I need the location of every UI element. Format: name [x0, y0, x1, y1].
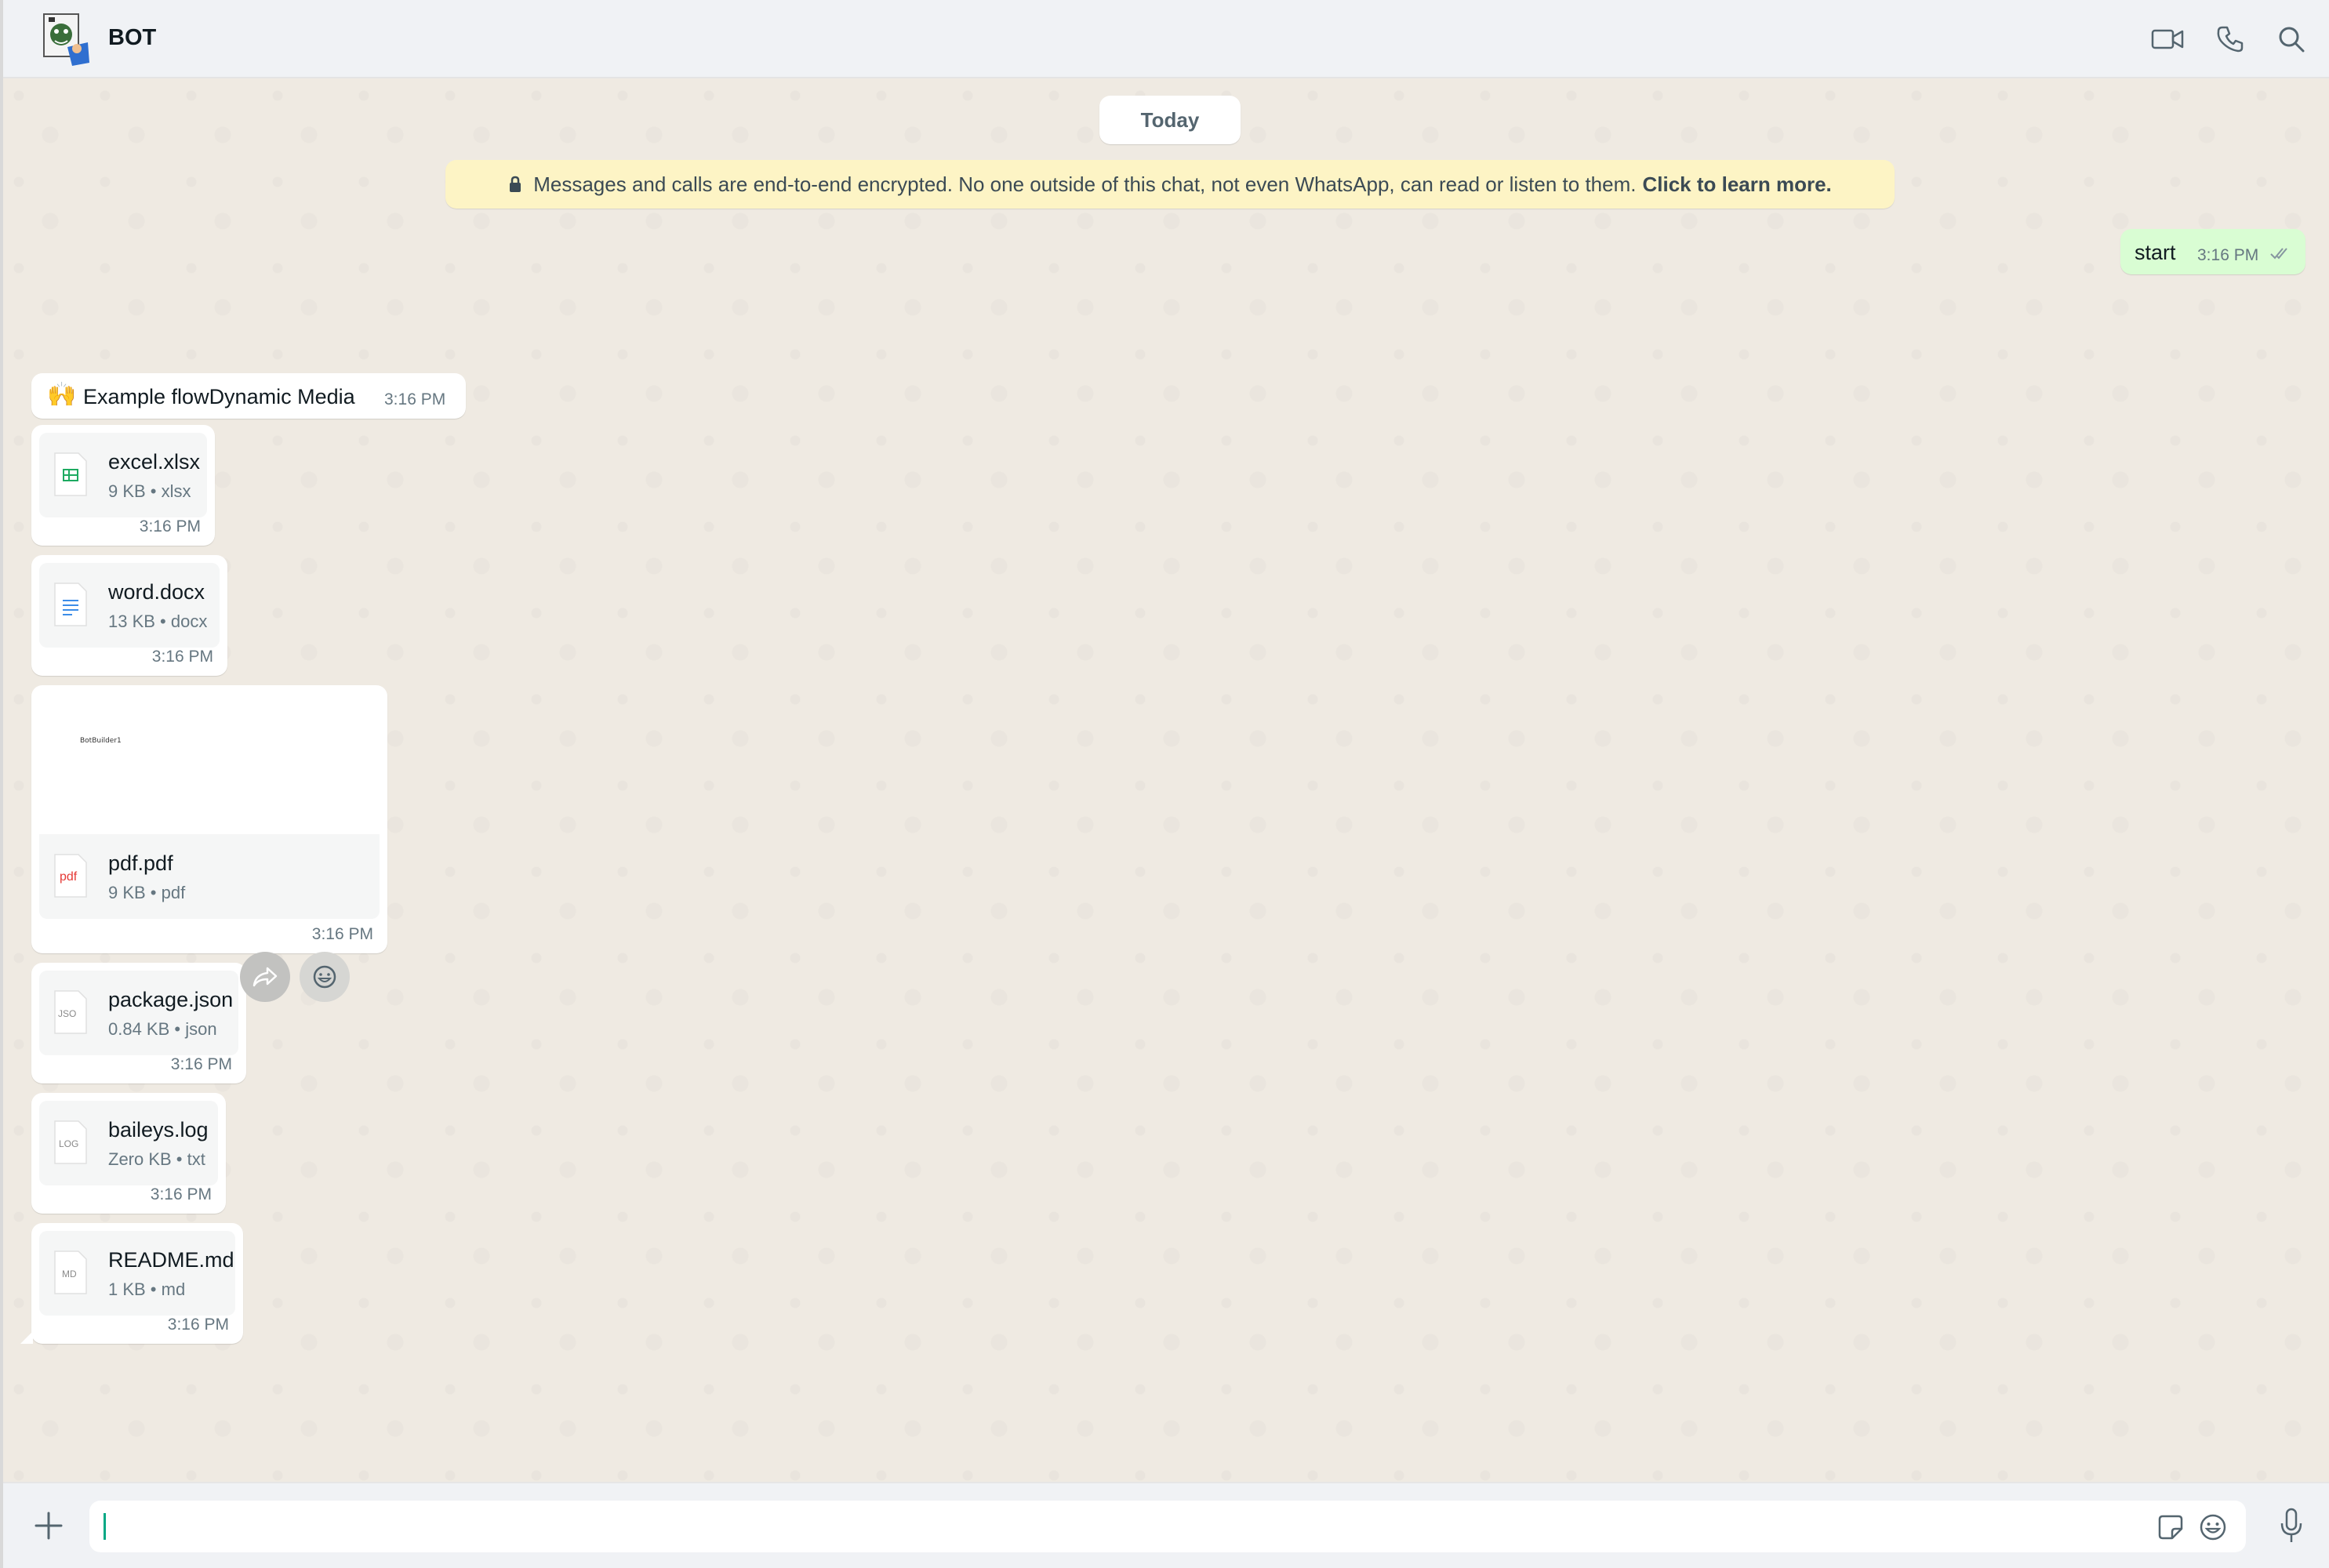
whatsapp-window: BOT Today Messages and calls are end-to-…	[0, 0, 2329, 1568]
document-attachment[interactable]: JSO package.json 0.84 KB • json	[39, 971, 238, 1055]
avatar[interactable]	[41, 11, 94, 67]
document-message[interactable]: BotBuilder1 pdf pdf.pdf 9 KB • pdf 3:16 …	[31, 685, 387, 953]
message-time: 3:16 PM	[170, 1055, 232, 1073]
attach-button[interactable]	[30, 1507, 67, 1544]
react-button[interactable]	[300, 952, 350, 1002]
message-time: 3:16 PM	[2197, 246, 2259, 264]
document-attachment[interactable]: excel.xlsx 9 KB • xlsx	[39, 433, 207, 517]
composer-bar	[3, 1482, 2329, 1568]
document-message[interactable]: JSO package.json 0.84 KB • json 3:16 PM	[31, 963, 246, 1083]
pdf-icon-label: pdf	[60, 870, 78, 884]
document-message[interactable]: LOG baileys.log Zero KB • txt 3:16 PM	[31, 1093, 226, 1214]
forward-button[interactable]	[240, 952, 290, 1002]
document-message[interactable]: word.docx 13 KB • docx 3:16 PM	[31, 555, 227, 676]
lock-icon	[508, 176, 522, 193]
document-message[interactable]: excel.xlsx 9 KB • xlsx 3:16 PM	[31, 425, 215, 546]
search-icon[interactable]	[2274, 24, 2309, 55]
voice-message-button[interactable]	[2274, 1504, 2309, 1548]
document-attachment[interactable]: MD README.md 1 KB • md	[39, 1231, 235, 1316]
file-name: excel.xlsx	[108, 450, 201, 474]
phone-call-icon[interactable]	[2213, 24, 2247, 55]
file-name: README.md	[108, 1248, 234, 1272]
file-meta: 9 KB • pdf	[108, 883, 186, 902]
file-meta: 9 KB • xlsx	[108, 481, 191, 501]
message-time: 3:16 PM	[151, 648, 213, 666]
message-time: 3:16 PM	[167, 1316, 229, 1334]
message-list[interactable]: Today Messages and calls are end-to-end …	[3, 80, 2329, 1482]
file-name: pdf.pdf	[108, 851, 173, 875]
chat-title[interactable]: BOT	[108, 25, 156, 51]
message-text: start	[2135, 241, 2176, 264]
document-attachment[interactable]: pdf pdf.pdf 9 KB • pdf	[39, 834, 380, 919]
message-text: Example flowDynamic Media	[83, 385, 355, 408]
json-file-icon: JSO	[53, 989, 88, 1035]
message-time: 3:16 PM	[150, 1185, 212, 1203]
file-name: word.docx	[108, 580, 205, 604]
file-name: package.json	[108, 988, 234, 1011]
emoji-icon[interactable]	[2197, 1512, 2229, 1543]
learn-more-link[interactable]: Click to learn more.	[1642, 172, 1831, 197]
log-file-icon: LOG	[53, 1120, 88, 1165]
outgoing-message[interactable]: start 3:16 PM	[2120, 229, 2305, 274]
text-caret	[104, 1513, 106, 1540]
md-icon-label: MD	[62, 1269, 77, 1279]
forward-icon	[253, 967, 278, 987]
emoji-reaction-icon	[313, 965, 336, 989]
document-attachment[interactable]: word.docx 13 KB • docx	[39, 563, 220, 648]
message-time: 3:16 PM	[384, 390, 446, 408]
microphone-icon	[2280, 1508, 2302, 1542]
pdf-preview-thumbnail[interactable]: BotBuilder1	[39, 693, 380, 834]
document-icon	[53, 582, 88, 627]
document-message[interactable]: MD README.md 1 KB • md 3:16 PM	[20, 1223, 243, 1344]
video-call-icon[interactable]	[2150, 24, 2185, 55]
json-icon-label: JSO	[58, 1008, 77, 1019]
spreadsheet-icon	[53, 452, 88, 497]
sticker-icon[interactable]	[2155, 1512, 2186, 1543]
plus-icon	[35, 1512, 63, 1540]
file-meta: 1 KB • md	[108, 1279, 186, 1299]
read-ticks-icon	[2269, 246, 2291, 264]
md-file-icon: MD	[53, 1250, 88, 1295]
encryption-text: Messages and calls are end-to-end encryp…	[533, 172, 1637, 196]
message-time: 3:16 PM	[311, 925, 373, 943]
file-meta: 13 KB • docx	[108, 612, 208, 631]
pdf-icon: pdf	[53, 853, 88, 898]
file-meta: 0.84 KB • json	[108, 1019, 217, 1039]
document-attachment[interactable]: LOG baileys.log Zero KB • txt	[39, 1101, 218, 1185]
message-time: 3:16 PM	[139, 517, 201, 535]
pdf-preview-text: BotBuilder1	[80, 737, 122, 745]
file-name: baileys.log	[108, 1118, 209, 1142]
message-hover-actions	[240, 952, 350, 1002]
incoming-message[interactable]: 🙌 Example flowDynamic Media 3:16 PM	[31, 373, 466, 419]
file-meta: Zero KB • txt	[108, 1149, 205, 1169]
date-separator: Today	[1099, 96, 1241, 144]
chat-header: BOT	[3, 0, 2329, 78]
raising-hands-emoji: 🙌	[47, 382, 77, 408]
encryption-notice[interactable]: Messages and calls are end-to-end encryp…	[445, 160, 1895, 209]
message-input-container[interactable]	[89, 1501, 2246, 1552]
log-icon-label: LOG	[59, 1138, 79, 1149]
message-input[interactable]	[99, 1507, 2153, 1546]
